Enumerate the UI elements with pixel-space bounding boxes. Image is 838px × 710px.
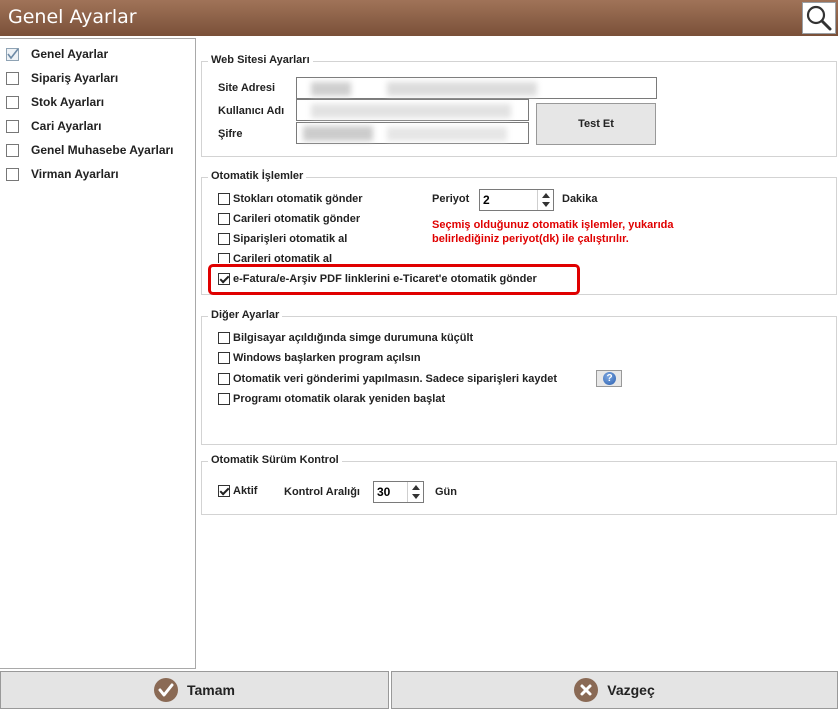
version-active-checkbox[interactable]: Aktif bbox=[218, 485, 257, 497]
period-spinner[interactable]: 2 bbox=[479, 189, 554, 211]
checkbox bbox=[6, 95, 19, 109]
arrow-up-icon bbox=[542, 193, 550, 198]
checkbox-label: Siparişleri otomatik al bbox=[233, 233, 348, 245]
arrow-down-icon bbox=[542, 202, 550, 207]
title-bar: Genel Ayarlar bbox=[0, 0, 838, 36]
sidebar-item-cari-ayarlari[interactable]: Cari Ayarları bbox=[6, 116, 101, 136]
checkbox-label: Otomatik veri gönderimi yapılmasın. Sade… bbox=[233, 373, 558, 385]
checkbox bbox=[218, 253, 230, 263]
test-button[interactable]: Test Et bbox=[536, 103, 656, 145]
group-legend: Otomatik Sürüm Kontrol bbox=[208, 454, 342, 466]
username-label: Kullanıcı Adı bbox=[218, 105, 285, 117]
sidebar-item-genel-muhasebe-ayarlari[interactable]: Genel Muhasebe Ayarları bbox=[6, 140, 174, 160]
search-button[interactable] bbox=[802, 2, 836, 34]
settings-sidebar: Genel Ayarlar Sipariş Ayarları Stok Ayar… bbox=[0, 38, 196, 669]
minimize-on-startup-checkbox[interactable]: Bilgisayar açıldığında simge durumuna kü… bbox=[218, 332, 473, 344]
sidebar-item-label: Genel Muhasebe Ayarları bbox=[31, 143, 174, 157]
sidebar-item-genel-ayarlar[interactable]: Genel Ayarlar bbox=[6, 44, 108, 64]
checkbox-label: Carileri otomatik gönder bbox=[233, 213, 361, 225]
period-label: Periyot bbox=[432, 193, 470, 205]
help-button[interactable]: ? bbox=[596, 370, 622, 387]
checkbox bbox=[6, 143, 19, 157]
window-title: Genel Ayarlar bbox=[8, 6, 137, 28]
site-address-label: Site Adresi bbox=[218, 82, 276, 94]
checkbox bbox=[6, 71, 19, 85]
period-value: 2 bbox=[483, 193, 490, 207]
checkbox bbox=[218, 373, 230, 385]
checkbox-label: Aktif bbox=[233, 485, 258, 497]
highlight-frame bbox=[208, 264, 580, 295]
check-icon bbox=[7, 48, 19, 59]
cancel-button-label: Vazgeç bbox=[607, 682, 655, 698]
auto-receive-orders-checkbox[interactable]: Siparişleri otomatik al bbox=[218, 233, 347, 245]
sidebar-item-virman-ayarlari[interactable]: Virman Ayarları bbox=[6, 164, 119, 184]
checkbox bbox=[6, 47, 19, 61]
auto-ops-note: Seçmiş olduğunuz otomatik işlemler, yuka… bbox=[432, 219, 674, 245]
checkbox bbox=[6, 119, 19, 133]
ok-button-label: Tamam bbox=[187, 682, 235, 698]
period-unit-label: Dakika bbox=[562, 193, 598, 205]
spinner-arrows[interactable] bbox=[537, 190, 553, 210]
checkbox-label: Carileri otomatik al bbox=[233, 253, 333, 263]
close-icon bbox=[574, 678, 599, 702]
checkbox-label: Stokları otomatik gönder bbox=[233, 193, 363, 205]
arrow-up-icon bbox=[412, 485, 420, 490]
password-label: Şifre bbox=[218, 128, 243, 140]
checkbox bbox=[218, 393, 230, 405]
sidebar-item-stok-ayarlari[interactable]: Stok Ayarları bbox=[6, 92, 104, 112]
interval-label: Kontrol Aralığı bbox=[284, 486, 360, 498]
checkbox-label: Bilgisayar açıldığında simge durumuna kü… bbox=[233, 332, 474, 344]
open-on-windows-start-checkbox[interactable]: Windows başlarken program açılsın bbox=[218, 352, 421, 364]
auto-restart-checkbox[interactable]: Programı otomatik olarak yeniden başlat bbox=[218, 393, 445, 405]
group-legend: Web Sitesi Ayarları bbox=[208, 54, 313, 66]
auto-receive-accounts-checkbox[interactable]: Carileri otomatik al bbox=[218, 253, 332, 263]
interval-spinner[interactable]: 30 bbox=[373, 481, 424, 503]
sidebar-item-siparis-ayarlari[interactable]: Sipariş Ayarları bbox=[6, 68, 118, 88]
checkbox bbox=[218, 233, 230, 245]
checkbox-label: Programı otomatik olarak yeniden başlat bbox=[233, 393, 446, 405]
sidebar-item-label: Virman Ayarları bbox=[31, 167, 119, 181]
arrow-down-icon bbox=[412, 494, 420, 499]
checkbox bbox=[218, 352, 230, 364]
only-save-orders-checkbox[interactable]: Otomatik veri gönderimi yapılmasın. Sade… bbox=[218, 373, 557, 385]
group-legend: Otomatik İşlemler bbox=[208, 170, 307, 182]
checkbox bbox=[218, 332, 230, 344]
sidebar-item-label: Sipariş Ayarları bbox=[31, 71, 119, 85]
checkbox bbox=[218, 213, 230, 225]
interval-value: 30 bbox=[377, 485, 391, 499]
group-legend: Diğer Ayarlar bbox=[208, 309, 283, 321]
site-address-input[interactable] bbox=[296, 77, 657, 99]
username-input[interactable] bbox=[296, 99, 529, 121]
sidebar-item-label: Stok Ayarları bbox=[31, 95, 105, 109]
checkbox bbox=[218, 193, 230, 205]
auto-send-stocks-checkbox[interactable]: Stokları otomatik gönder bbox=[218, 193, 363, 205]
ok-button[interactable]: Tamam bbox=[0, 671, 389, 709]
interval-unit-label: Gün bbox=[435, 486, 457, 498]
cancel-button[interactable]: Vazgeç bbox=[391, 671, 838, 709]
checkbox bbox=[218, 485, 230, 497]
checkbox-label: Windows başlarken program açılsın bbox=[233, 352, 421, 364]
check-icon bbox=[154, 678, 178, 702]
sidebar-item-label: Genel Ayarlar bbox=[31, 47, 109, 61]
spinner-arrows[interactable] bbox=[407, 482, 423, 502]
checkbox bbox=[6, 167, 19, 181]
search-icon bbox=[806, 5, 832, 31]
password-input[interactable] bbox=[296, 122, 529, 144]
auto-send-accounts-checkbox[interactable]: Carileri otomatik gönder bbox=[218, 213, 360, 225]
sidebar-item-label: Cari Ayarları bbox=[31, 119, 102, 133]
question-icon: ? bbox=[603, 372, 616, 385]
